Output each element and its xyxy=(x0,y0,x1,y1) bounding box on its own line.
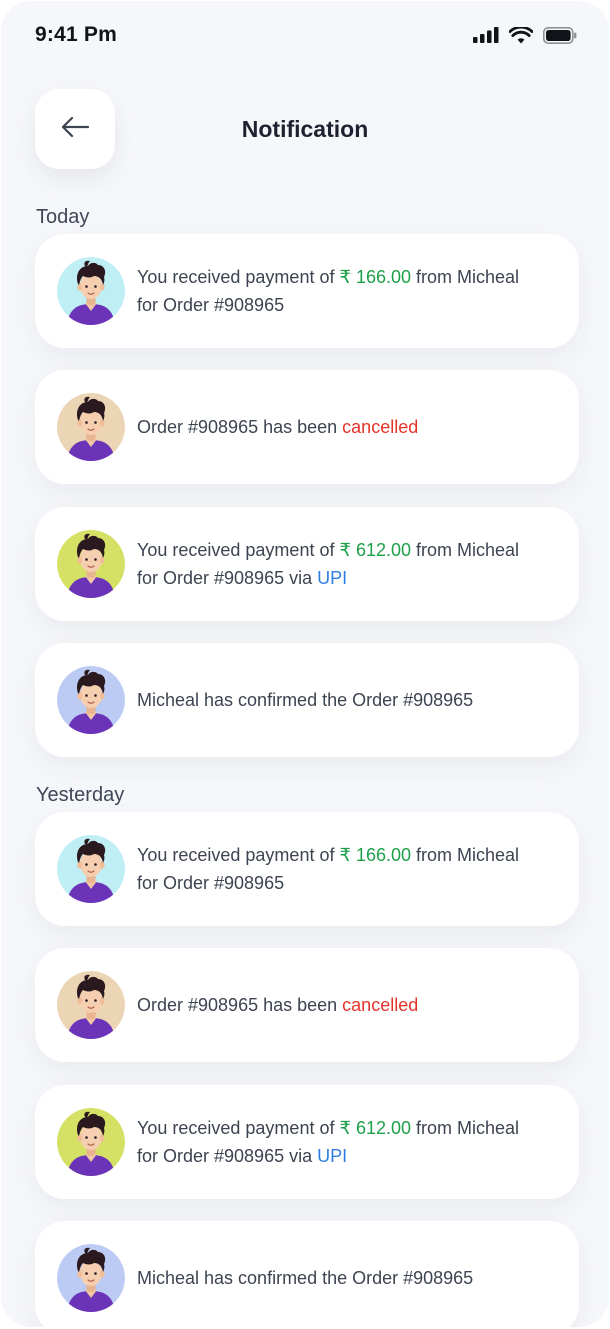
avatar xyxy=(57,393,125,461)
avatar xyxy=(57,971,125,1039)
notification-card[interactable]: Micheal has confirmed the Order #908965 xyxy=(35,643,579,757)
notification-screen: 9:41 Pm Notification Today You received … xyxy=(1,1,609,1327)
avatar xyxy=(57,835,125,903)
notification-card[interactable]: You received payment of ₹ 166.00 from Mi… xyxy=(35,234,579,348)
notification-card[interactable]: Order #908965 has been cancelled xyxy=(35,370,579,484)
notification-text: You received payment of ₹ 166.00 from Mi… xyxy=(137,845,520,893)
notification-card[interactable]: You received payment of ₹ 612.00 from Mi… xyxy=(35,507,579,621)
notification-text: Micheal has confirmed the Order #908965 xyxy=(137,690,474,710)
amount: ₹ 612.00 xyxy=(339,1118,411,1138)
status-icons xyxy=(473,26,577,44)
avatar xyxy=(57,1244,125,1312)
notification-text: Order #908965 has been cancelled xyxy=(137,995,419,1015)
header: Notification xyxy=(1,89,609,169)
avatar xyxy=(57,530,125,598)
cancelled-status: cancelled xyxy=(342,417,419,437)
payment-method: UPI xyxy=(317,568,348,588)
avatar xyxy=(57,1108,125,1176)
status-bar: 9:41 Pm xyxy=(35,21,577,49)
notification-text: Micheal has confirmed the Order #908965 xyxy=(137,1268,474,1288)
wifi-icon xyxy=(509,26,533,44)
avatar xyxy=(57,257,125,325)
amount: ₹ 612.00 xyxy=(339,540,411,560)
notification-text: You received payment of ₹ 166.00 from Mi… xyxy=(137,267,520,315)
amount: ₹ 166.00 xyxy=(339,845,411,865)
status-time: 9:41 Pm xyxy=(35,23,117,46)
avatar xyxy=(57,666,125,734)
battery-icon xyxy=(543,26,577,44)
notification-card[interactable]: You received payment of ₹ 612.00 from Mi… xyxy=(35,1085,579,1199)
signal-icon xyxy=(473,27,499,43)
notification-card[interactable]: You received payment of ₹ 166.00 from Mi… xyxy=(35,812,579,926)
notification-text: Order #908965 has been cancelled xyxy=(137,417,419,437)
amount: ₹ 166.00 xyxy=(339,267,411,287)
section-label-today: Today xyxy=(36,206,90,228)
notification-card[interactable]: Order #908965 has been cancelled xyxy=(35,948,579,1062)
section-label-yesterday: Yesterday xyxy=(36,784,125,806)
notification-text: You received payment of ₹ 612.00 from Mi… xyxy=(137,1118,520,1166)
cancelled-status: cancelled xyxy=(342,995,419,1015)
arrow-left-icon xyxy=(60,116,90,143)
back-button[interactable] xyxy=(35,89,115,169)
payment-method: UPI xyxy=(317,1146,348,1166)
notification-text: You received payment of ₹ 612.00 from Mi… xyxy=(137,540,520,588)
notification-card[interactable]: Micheal has confirmed the Order #908965 xyxy=(35,1221,579,1327)
